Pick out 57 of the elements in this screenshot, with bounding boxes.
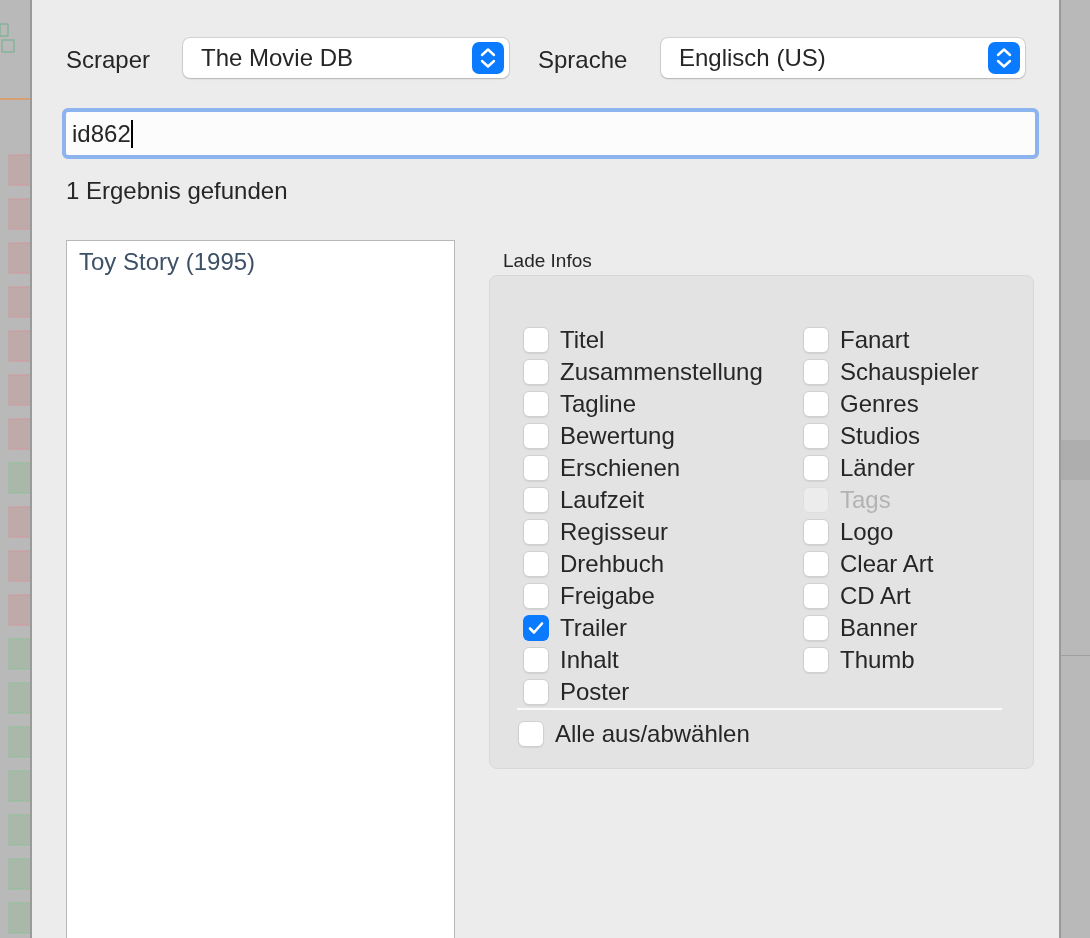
checkbox[interactable] [803, 519, 829, 545]
checkbox-label: Studios [840, 424, 921, 448]
checkbox-label: Poster [560, 680, 630, 704]
checkbox[interactable] [523, 455, 549, 481]
checkbox[interactable] [523, 583, 549, 609]
checkbox-label: Genres [840, 392, 919, 416]
checkbox-label: Zusammenstellung [560, 360, 763, 384]
checkbox-label: Freigabe [560, 584, 655, 608]
checkbox-label: Bewertung [560, 424, 675, 448]
checkbox[interactable] [803, 327, 829, 353]
dropdown[interactable]: The Movie DB [183, 38, 509, 78]
checkmark-icon [528, 621, 544, 635]
checkbox[interactable] [523, 647, 549, 673]
checkbox-label: Drehbuch [560, 552, 665, 576]
language-label: Sprache [538, 45, 629, 75]
search-field[interactable]: id862 [62, 108, 1039, 159]
checkbox[interactable] [803, 615, 829, 641]
checkbox[interactable] [523, 551, 549, 577]
checkbox-label: Länder [840, 456, 915, 480]
dropdown[interactable]: Englisch (US) [661, 38, 1025, 78]
checkbox-label: Thumb [840, 648, 915, 672]
checkbox-label: Alle aus/abwählen [555, 722, 750, 746]
checkbox-label: CD Art [840, 584, 911, 608]
checkbox-label: Schauspieler [840, 360, 979, 384]
checkbox-label: Laufzeit [560, 488, 645, 512]
checkbox[interactable] [803, 551, 829, 577]
checkbox-label: Inhalt [560, 648, 619, 672]
checkbox[interactable] [523, 391, 549, 417]
checkbox[interactable] [523, 327, 549, 353]
checkbox-label: Logo [840, 520, 894, 544]
checkbox[interactable] [518, 721, 544, 747]
checkbox[interactable] [803, 359, 829, 385]
checkbox[interactable] [523, 519, 549, 545]
result-item[interactable]: Toy Story (1995) [79, 247, 442, 277]
checkbox[interactable] [523, 423, 549, 449]
checkbox-label: Clear Art [840, 552, 934, 576]
checkbox-label: Regisseur [560, 520, 669, 544]
checkbox-label: Banner [840, 616, 918, 640]
checkbox-label: Tagline [560, 392, 637, 416]
checkbox[interactable] [803, 583, 829, 609]
checkbox[interactable] [803, 455, 829, 481]
checkbox[interactable] [803, 391, 829, 417]
checkbox[interactable] [523, 679, 549, 705]
scraper-label: Scraper [66, 45, 152, 75]
checkbox[interactable] [523, 359, 549, 385]
group-title: Lade Infos [503, 249, 593, 273]
checkbox-label: Fanart [840, 328, 910, 352]
checkbox[interactable] [523, 615, 549, 641]
checkbox-label: Trailer [560, 616, 628, 640]
result-count: 1 Ergebnis gefunden [66, 176, 289, 206]
stepper-arrows-icon [472, 42, 504, 74]
checkbox[interactable] [523, 487, 549, 513]
checkbox-label: Titel [560, 328, 605, 352]
checkbox-label: Erschienen [560, 456, 681, 480]
checkbox[interactable] [803, 423, 829, 449]
stepper-arrows-icon [988, 42, 1020, 74]
checkbox[interactable] [803, 647, 829, 673]
